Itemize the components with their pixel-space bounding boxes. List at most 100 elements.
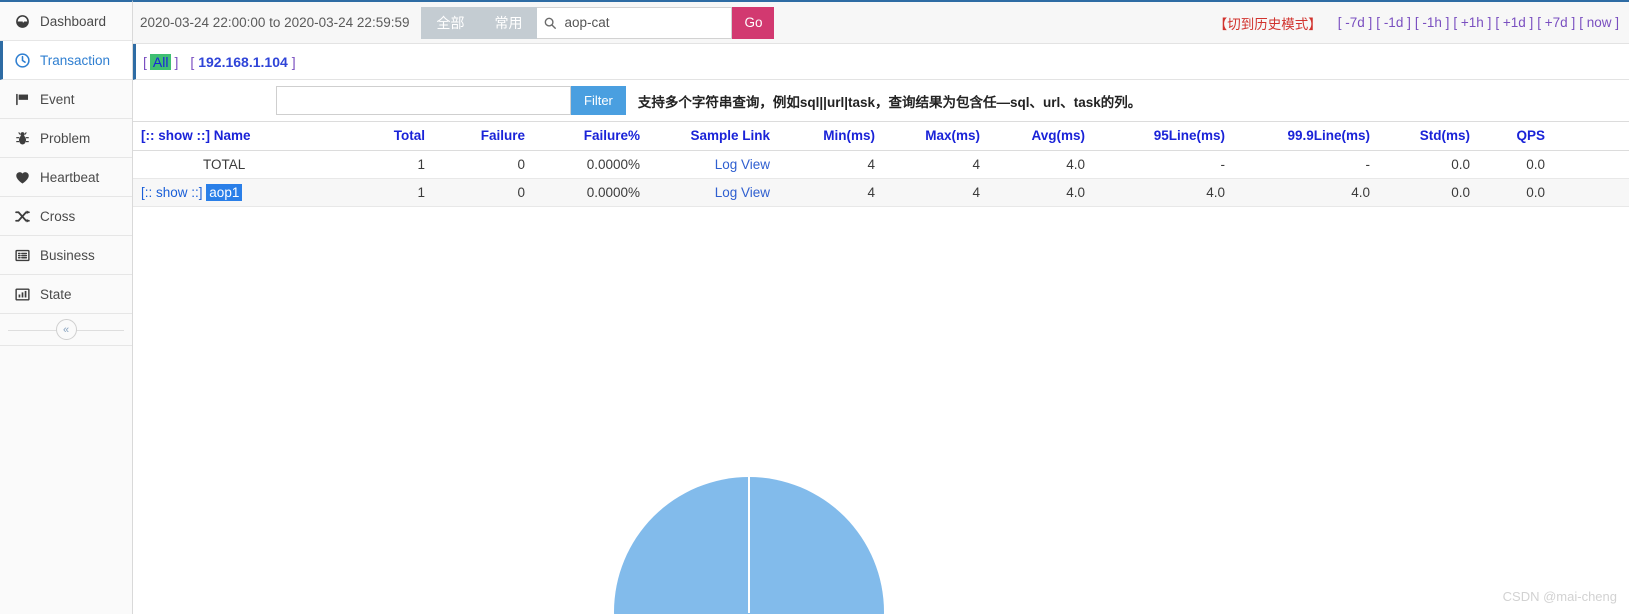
cell-999line: 4.0	[1233, 179, 1378, 207]
sidebar-filler	[0, 346, 132, 614]
col-qps[interactable]: QPS	[1478, 122, 1553, 151]
col-avg[interactable]: Avg(ms)	[988, 122, 1093, 151]
sidebar-item-cross[interactable]: Cross	[0, 197, 132, 236]
row-name-total: TOTAL	[141, 157, 245, 172]
time-link-plus1h[interactable]: [ +1h ]	[1453, 15, 1491, 30]
cell-percent: 100.00	[1553, 151, 1629, 179]
clock-icon	[9, 52, 35, 69]
cell-std: 0.0	[1378, 179, 1478, 207]
gauge-icon	[9, 13, 35, 30]
cell-qps: 0.0	[1478, 179, 1553, 207]
log-view-link[interactable]: Log View	[715, 157, 770, 172]
bracket-close: ]	[174, 54, 178, 70]
sidebar: Dashboard Transaction Event	[0, 0, 133, 614]
row-name-aop1[interactable]: aop1	[206, 184, 242, 201]
go-button[interactable]: Go	[732, 7, 774, 39]
cell-95line: -	[1093, 151, 1233, 179]
host-selector-bar: [ All ] [ 192.168.1.104 ]	[133, 44, 1629, 80]
top-right-links: 【切到历史模式】 [ -7d ] [ -1d ] [ -1h ] [ +1h ]…	[1214, 2, 1621, 43]
cell-999line: -	[1233, 151, 1378, 179]
cell-percent: 100.00	[1553, 179, 1629, 207]
bar-chart-icon	[9, 286, 35, 303]
time-link-now[interactable]: [ now ]	[1579, 15, 1619, 30]
col-95line[interactable]: 95Line(ms)	[1093, 122, 1233, 151]
sidebar-item-label: Heartbeat	[35, 170, 99, 185]
collapse-sidebar-button[interactable]: «	[56, 319, 77, 340]
transaction-table-wrap: [:: show ::] Name Total Failure Failure%…	[133, 121, 1629, 207]
search-group: Go	[537, 7, 774, 39]
table-header-row: [:: show ::] Name Total Failure Failure%…	[133, 122, 1629, 151]
sidebar-item-problem[interactable]: Problem	[0, 119, 132, 158]
bracket-open: [	[190, 54, 194, 70]
pie-slice-divider	[748, 477, 750, 613]
cell-failure-pct: 0.0000%	[533, 179, 648, 207]
time-link-plus7d[interactable]: [ +7d ]	[1537, 15, 1575, 30]
app-root: Dashboard Transaction Event	[0, 0, 1629, 614]
sidebar-item-transaction[interactable]: Transaction	[0, 41, 132, 80]
col-total[interactable]: Total	[333, 122, 433, 151]
time-link-minus1d[interactable]: [ -1d ]	[1376, 15, 1411, 30]
cell-qps: 0.0	[1478, 151, 1553, 179]
time-link-plus1d[interactable]: [ +1d ]	[1495, 15, 1533, 30]
time-link-minus7d[interactable]: [ -7d ]	[1338, 15, 1373, 30]
sidebar-item-label: Business	[35, 248, 95, 263]
sidebar-item-label: Cross	[35, 209, 75, 224]
history-mode-link[interactable]: 【切到历史模式】	[1214, 13, 1322, 33]
col-percent[interactable]: Percent	[1553, 122, 1629, 151]
bug-icon	[9, 130, 35, 147]
pie-chart-area: aop1: 100.0 % CSDN @mai-cheng	[133, 207, 1629, 614]
cell-failure: 0	[433, 179, 533, 207]
col-name[interactable]: [:: show ::] Name	[133, 122, 333, 151]
cell-failure-pct: 0.0000%	[533, 151, 648, 179]
cell-sample-link: Log View	[648, 179, 778, 207]
time-link-minus1h[interactable]: [ -1h ]	[1415, 15, 1450, 30]
filter-input[interactable]	[276, 86, 571, 115]
date-range-label: 2020-03-24 22:00:00 to 2020-03-24 22:59:…	[140, 15, 409, 30]
sidebar-item-event[interactable]: Event	[0, 80, 132, 119]
scope-common-button[interactable]: 常用	[479, 7, 537, 39]
col-min[interactable]: Min(ms)	[778, 122, 883, 151]
cell-total: 1	[333, 151, 433, 179]
search-icon	[543, 16, 557, 30]
transaction-table: [:: show ::] Name Total Failure Failure%…	[133, 121, 1629, 207]
col-max[interactable]: Max(ms)	[883, 122, 988, 151]
cell-95line: 4.0	[1093, 179, 1233, 207]
main-panel: 2020-03-24 22:00:00 to 2020-03-24 22:59:…	[133, 0, 1629, 614]
log-view-link[interactable]: Log View	[715, 185, 770, 200]
filter-help-text: 支持多个字符串查询，例如sql||url|task，查询结果为包含任—sql、u…	[638, 91, 1141, 111]
host-ip-group: [ 192.168.1.104 ]	[190, 54, 295, 70]
cell-min: 4	[778, 179, 883, 207]
cell-min: 4	[778, 151, 883, 179]
cell-max: 4	[883, 179, 988, 207]
col-999line[interactable]: 99.9Line(ms)	[1233, 122, 1378, 151]
sidebar-item-heartbeat[interactable]: Heartbeat	[0, 158, 132, 197]
cell-max: 4	[883, 151, 988, 179]
flag-icon	[9, 91, 35, 108]
sidebar-item-business[interactable]: Business	[0, 236, 132, 275]
host-filter-ip[interactable]: 192.168.1.104	[198, 54, 288, 70]
search-box[interactable]	[537, 7, 732, 39]
bracket-close: ]	[292, 54, 296, 70]
cell-failure: 0	[433, 151, 533, 179]
sidebar-item-label: Transaction	[35, 53, 110, 68]
list-icon	[9, 247, 35, 264]
row-show-link[interactable]: [:: show ::]	[141, 185, 203, 200]
col-failure[interactable]: Failure	[433, 122, 533, 151]
table-row: [:: show ::] aop1 1 0 0.0000% Log View 4…	[133, 179, 1629, 207]
col-failure-pct[interactable]: Failure%	[533, 122, 648, 151]
bracket-open: [	[143, 54, 147, 70]
host-filter-all[interactable]: All	[150, 54, 172, 70]
filter-row: Filter 支持多个字符串查询，例如sql||url|task，查询结果为包含…	[133, 80, 1629, 121]
cell-total: 1	[333, 179, 433, 207]
sidebar-item-dashboard[interactable]: Dashboard	[0, 2, 132, 41]
sidebar-item-state[interactable]: State	[0, 275, 132, 314]
col-sample-link[interactable]: Sample Link	[648, 122, 778, 151]
host-all-group: [ All ]	[143, 54, 178, 70]
filter-button[interactable]: Filter	[571, 86, 626, 115]
scope-all-button[interactable]: 全部	[421, 7, 479, 39]
cell-name: TOTAL	[133, 151, 333, 179]
sidebar-item-label: Event	[35, 92, 75, 107]
search-input[interactable]	[562, 14, 743, 31]
col-std[interactable]: Std(ms)	[1378, 122, 1478, 151]
cell-avg: 4.0	[988, 179, 1093, 207]
